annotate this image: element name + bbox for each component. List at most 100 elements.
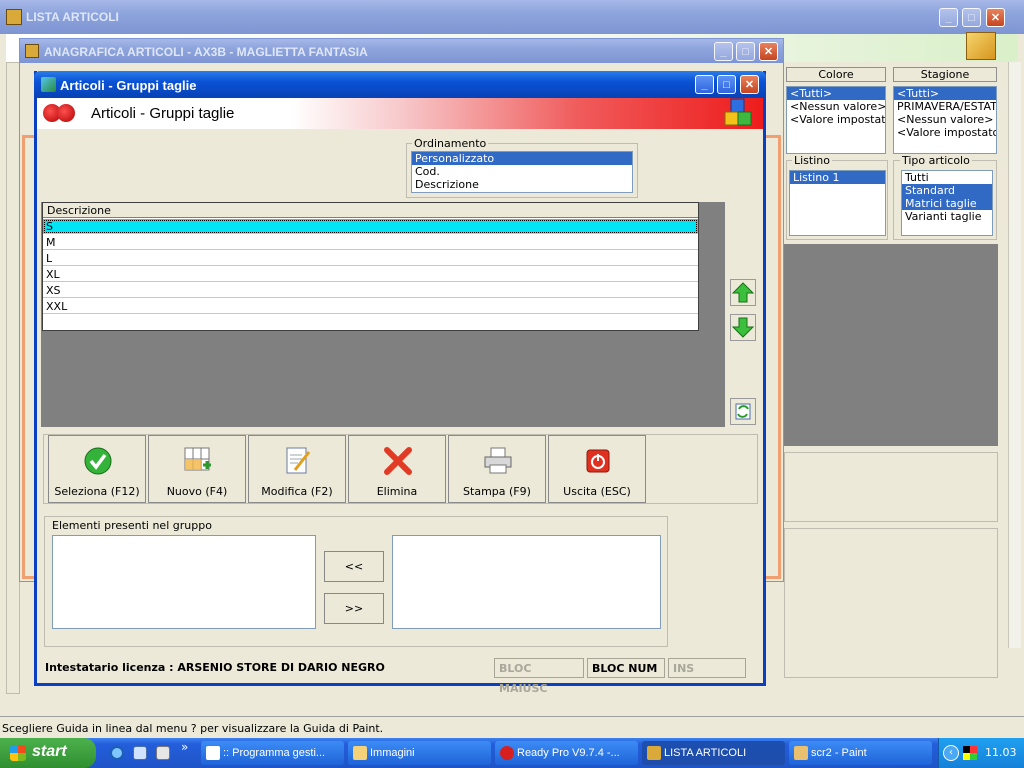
network-quicklaunch-icon[interactable]	[156, 746, 170, 760]
arrow-up-icon	[731, 282, 755, 303]
taskbar-item-programma[interactable]: :: Programma gesti...	[201, 741, 344, 765]
lista-maximize-button[interactable]: □	[962, 8, 981, 27]
taskbar-item-immagini[interactable]: Immagini	[348, 741, 491, 765]
dialog-titlebar[interactable]: Articoli - Gruppi taglie _ □ ✕	[34, 71, 766, 98]
anagrafica-titlebar[interactable]: ANAGRAFICA ARTICOLI - AX3B - MAGLIETTA F…	[20, 39, 783, 63]
listino-item[interactable]: Listino 1	[790, 171, 885, 184]
nuovo-button[interactable]: Nuovo (F4)	[148, 435, 246, 503]
stagione-item[interactable]: <Nessun valore>	[894, 113, 996, 126]
colore-item[interactable]: <Nessun valore>	[787, 100, 885, 113]
grid-header-descrizione[interactable]: Descrizione	[43, 203, 698, 218]
lista-grid-area	[784, 244, 998, 446]
modifica-button[interactable]: Modifica (F2)	[248, 435, 346, 503]
dialog-close-button[interactable]: ✕	[740, 75, 759, 94]
colore-item[interactable]: <Valore impostato>	[787, 113, 885, 126]
move-down-button[interactable]	[730, 314, 756, 341]
cube-logo-icon	[966, 32, 996, 60]
seleziona-label: Seleziona (F12)	[54, 485, 140, 498]
stagione-header: Stagione	[893, 67, 997, 82]
elementi-left-list[interactable]	[52, 535, 316, 629]
grid-rows: S M L XL XS XXL	[43, 219, 698, 329]
table-row[interactable]: XS	[43, 283, 698, 298]
table-row[interactable]: M	[43, 235, 698, 250]
dialog-statusbar: Intestatario licenza : ARSENIO STORE DI …	[41, 658, 763, 695]
stagione-list[interactable]: <Tutti> PRIMAVERA/ESTAT <Nessun valore> …	[893, 86, 997, 154]
app-icon	[647, 746, 661, 760]
move-up-button[interactable]	[730, 279, 756, 306]
tipo-item[interactable]: Tutti	[902, 171, 992, 184]
stampa-label: Stampa (F9)	[463, 485, 531, 498]
refresh-icon	[735, 403, 751, 420]
tipo-item[interactable]: Varianti taglie	[902, 210, 992, 223]
dialog-title: Articoli - Gruppi taglie	[60, 78, 197, 93]
start-button[interactable]: start	[0, 738, 96, 768]
windows-logo-icon	[10, 745, 26, 761]
app-icon	[6, 9, 22, 25]
power-icon	[586, 449, 610, 473]
anagrafica-minimize-button[interactable]: _	[714, 42, 733, 61]
strawberry-icon	[57, 104, 75, 122]
elimina-label: Elimina	[376, 485, 418, 498]
seleziona-button[interactable]: Seleziona (F12)	[48, 435, 146, 503]
lista-close-button[interactable]: ✕	[986, 8, 1005, 27]
paint-icon	[794, 746, 808, 760]
refresh-button[interactable]	[730, 398, 756, 425]
taskbar-item-readypro[interactable]: Ready Pro V9.7.4 -...	[495, 741, 638, 765]
table-row[interactable]: XL	[43, 267, 698, 282]
colore-list[interactable]: <Tutti> <Nessun valore> <Valore impostat…	[786, 86, 886, 154]
delete-x-icon	[384, 447, 412, 475]
ordinamento-item[interactable]: Personalizzato	[412, 152, 632, 165]
insert-indicator: INS	[668, 658, 746, 678]
stampa-button[interactable]: Stampa (F9)	[448, 435, 546, 503]
dialog-minimize-button[interactable]: _	[695, 75, 714, 94]
ordinamento-item[interactable]: Cod.	[412, 165, 632, 178]
taskbar-item-lista-articoli[interactable]: LISTA ARTICOLI	[642, 741, 785, 765]
app-icon	[25, 44, 39, 58]
stagione-item[interactable]: <Valore impostato>	[894, 126, 996, 139]
tray-expand-icon[interactable]: ‹	[943, 745, 959, 761]
ordinamento-item[interactable]: Descrizione	[412, 178, 632, 191]
licenza-status: Intestatario licenza : ARSENIO STORE DI …	[45, 661, 385, 674]
system-tray: ‹ 11.03	[938, 738, 1024, 768]
explorer-quicklaunch-icon[interactable]	[133, 746, 147, 760]
paint-statusbar: Scegliere Guida in linea dal menu ? per …	[0, 716, 1024, 739]
document-icon	[206, 746, 220, 760]
clock: 11.03	[985, 746, 1017, 759]
tipo-list[interactable]: Tutti Standard Matrici taglie Varianti t…	[901, 170, 993, 236]
left-edge-panel	[6, 62, 20, 694]
tipo-label: Tipo articolo	[900, 154, 972, 167]
lista-articoli-titlebar[interactable]: LISTA ARTICOLI _ □ ✕	[0, 0, 1024, 34]
table-row[interactable]: XXL	[43, 299, 698, 314]
listino-list[interactable]: Listino 1	[789, 170, 886, 236]
move-left-button[interactable]: <<	[324, 551, 384, 582]
ie-quicklaunch-icon[interactable]	[110, 746, 124, 760]
tipo-item[interactable]: Matrici taglie	[902, 197, 992, 210]
anagrafica-close-button[interactable]: ✕	[759, 42, 778, 61]
sizes-grid[interactable]: Descrizione S M L XL XS XXL	[42, 202, 699, 331]
elementi-right-list[interactable]	[392, 535, 661, 629]
tray-app-icon[interactable]	[963, 746, 977, 760]
quicklaunch-more-icon[interactable]: »	[181, 740, 188, 754]
stagione-item[interactable]: <Tutti>	[894, 87, 996, 100]
lista-minimize-button[interactable]: _	[939, 8, 958, 27]
uscita-button[interactable]: Uscita (ESC)	[548, 435, 646, 503]
ordinamento-label: Ordinamento	[412, 137, 489, 150]
move-right-button[interactable]: >>	[324, 593, 384, 624]
ordinamento-list[interactable]: Personalizzato Cod. Descrizione	[411, 151, 633, 193]
printer-icon	[484, 447, 512, 474]
colore-item[interactable]: <Tutti>	[787, 87, 885, 100]
table-row[interactable]: L	[43, 251, 698, 266]
elimina-button[interactable]: Elimina	[348, 435, 446, 503]
toolbar: Seleziona (F12) Nuovo (F4) Modifica (F2)…	[43, 434, 758, 504]
tipo-item[interactable]: Standard	[902, 184, 992, 197]
taskbar-item-paint[interactable]: scr2 - Paint	[789, 741, 932, 765]
dialog-banner: Articoli - Gruppi taglie	[37, 98, 763, 129]
stagione-item[interactable]: PRIMAVERA/ESTAT	[894, 100, 996, 113]
dialog-maximize-button[interactable]: □	[717, 75, 736, 94]
cubes-icon	[723, 98, 753, 128]
lista-scrollbar[interactable]	[1008, 62, 1021, 648]
check-icon	[84, 447, 112, 475]
table-row[interactable]: S	[43, 219, 698, 234]
anagrafica-maximize-button[interactable]: □	[736, 42, 755, 61]
modifica-label: Modifica (F2)	[261, 485, 333, 498]
